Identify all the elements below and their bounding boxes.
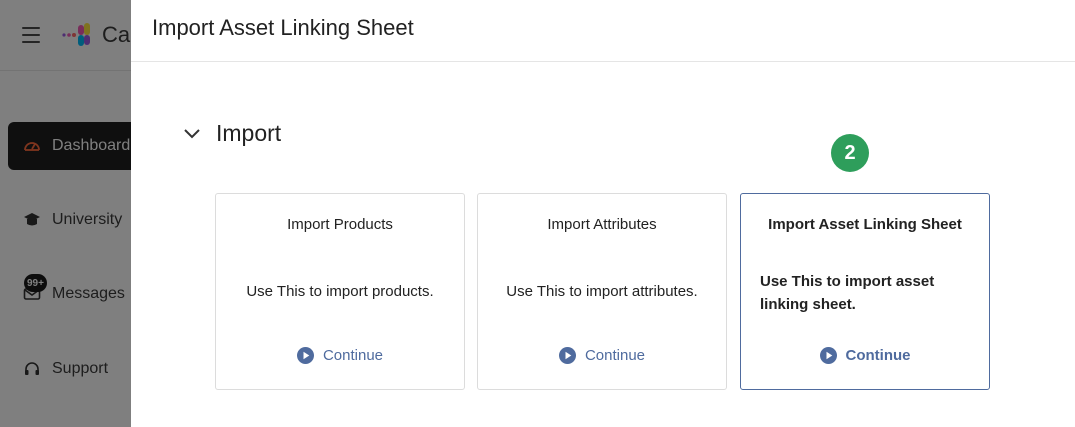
continue-button[interactable]: Continue	[216, 347, 464, 364]
card-description: Use This to import asset linking sheet.	[760, 273, 935, 313]
card-description: Use This to import products.	[246, 283, 434, 300]
continue-label: Continue	[584, 347, 646, 364]
play-circle-icon	[819, 347, 837, 364]
import-asset-linking-sheet-card[interactable]: Import Asset Linking Sheet Use This to i…	[740, 193, 990, 390]
step-number-badge: 2	[831, 134, 869, 172]
import-section-title: Import	[216, 120, 282, 146]
drawer-header: Import Asset Linking Sheet	[131, 0, 1075, 62]
card-title: Import Products	[287, 216, 393, 233]
import-section-toggle[interactable]	[181, 118, 203, 150]
continue-label: Continue	[322, 347, 384, 364]
card-title: Import Attributes	[547, 216, 657, 233]
continue-label: Continue	[845, 347, 911, 364]
card-title: Import Asset Linking Sheet	[768, 216, 962, 233]
import-products-card[interactable]: Import Products Use This to import produ…	[215, 193, 465, 390]
import-attributes-card[interactable]: Import Attributes Use This to import att…	[477, 193, 727, 390]
chevron-down-icon	[184, 129, 200, 139]
card-description: Use This to import attributes.	[506, 283, 698, 300]
continue-button[interactable]: Continue	[478, 347, 726, 364]
play-circle-icon	[558, 347, 576, 364]
continue-button[interactable]: Continue	[741, 347, 989, 364]
drawer-title: Import Asset Linking Sheet	[152, 15, 414, 40]
play-circle-icon	[296, 347, 314, 364]
import-drawer: Import Asset Linking Sheet Import 2 Impo…	[131, 0, 1075, 427]
